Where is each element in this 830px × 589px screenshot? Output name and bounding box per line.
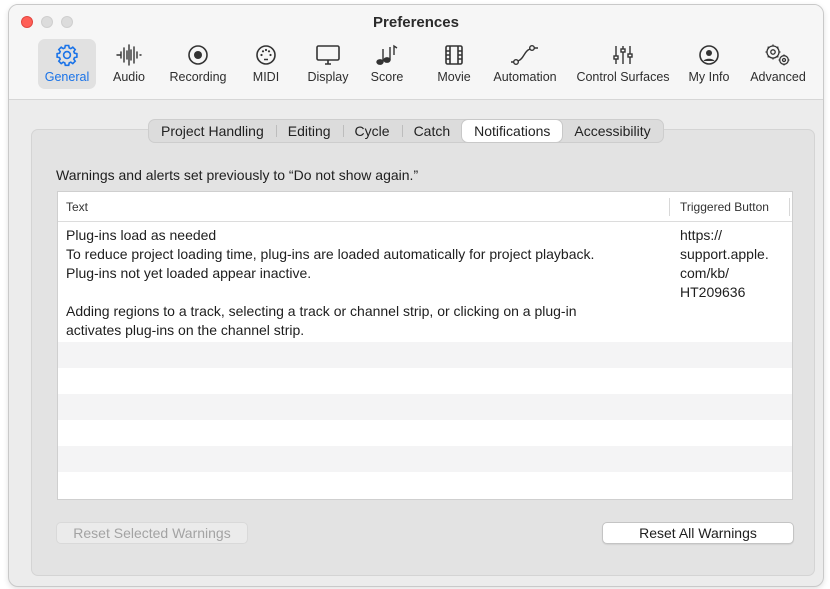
film-icon <box>434 39 474 67</box>
subtab-notifications[interactable]: Notifications <box>462 120 563 142</box>
subtab-project-handling[interactable]: Project Handling <box>149 120 276 142</box>
table-row[interactable]: Plug-ins load as needed To reduce projec… <box>58 222 792 338</box>
window-title: Preferences <box>373 14 459 31</box>
tab-label: Recording <box>169 70 227 84</box>
column-divider[interactable] <box>789 198 790 216</box>
tab-midi[interactable]: MIDI <box>244 39 288 89</box>
tab-audio[interactable]: Audio <box>107 39 151 89</box>
tab-label: General <box>44 70 90 84</box>
tab-general[interactable]: General <box>38 39 96 89</box>
column-header-text[interactable]: Text <box>66 200 88 214</box>
tab-label: Control Surfaces <box>576 70 670 84</box>
gears-icon <box>758 39 798 67</box>
triggered-button-line: HT209636 <box>680 284 746 300</box>
tab-label: Movie <box>437 70 471 84</box>
person-icon <box>689 39 729 67</box>
empty-row <box>58 342 792 368</box>
tab-label: MIDI <box>252 70 280 84</box>
monitor-icon <box>308 39 348 67</box>
tab-label: Advanced <box>750 70 806 84</box>
record-icon <box>178 39 218 67</box>
triggered-button-line: com/kb/ <box>680 265 730 281</box>
toolbar: Preferences General Audio Recording MIDI… <box>9 5 823 100</box>
tab-score[interactable]: Score <box>365 39 409 89</box>
tab-control-surfaces[interactable]: Control Surfaces <box>571 39 675 89</box>
empty-row <box>58 368 792 394</box>
empty-row <box>58 394 792 420</box>
reset-all-warnings-button[interactable]: Reset All Warnings <box>602 522 794 544</box>
midi-icon <box>246 39 286 67</box>
column-header-triggered-button[interactable]: Triggered Button <box>680 200 769 214</box>
music-notes-icon <box>367 39 407 67</box>
tab-label: Display <box>307 70 349 84</box>
notifications-heading: Warnings and alerts set previously to “D… <box>56 167 419 183</box>
warning-title: Plug-ins load as needed <box>66 227 217 243</box>
empty-row <box>58 420 792 446</box>
subtab-editing[interactable]: Editing <box>275 120 343 142</box>
gear-icon <box>47 39 87 67</box>
subtab-accessibility[interactable]: Accessibility <box>562 120 662 142</box>
empty-row <box>58 472 792 498</box>
subtab-catch[interactable]: Catch <box>401 120 463 142</box>
waveform-icon <box>109 39 149 67</box>
tab-label: Automation <box>493 70 557 84</box>
empty-row <box>58 446 792 472</box>
tab-movie[interactable]: Movie <box>432 39 476 89</box>
warnings-table[interactable]: Text Triggered Button Plug-ins load as n… <box>57 191 793 500</box>
subtab-bar: Project Handling Editing Cycle Catch Not… <box>148 119 664 143</box>
preferences-window: Preferences General Audio Recording MIDI… <box>8 4 824 587</box>
tab-label: My Info <box>688 70 730 84</box>
warning-text-line: activates plug-ins on the channel strip. <box>66 322 305 338</box>
tab-label: Audio <box>113 70 145 84</box>
warning-text-cell: Plug-ins load as needed To reduce projec… <box>66 226 666 340</box>
tab-automation[interactable]: Automation <box>485 39 565 89</box>
tab-label: Score <box>370 70 404 84</box>
triggered-button-line: https:// <box>680 227 723 243</box>
column-divider[interactable] <box>669 198 670 216</box>
tab-advanced[interactable]: Advanced <box>744 39 812 89</box>
subtab-cycle[interactable]: Cycle <box>342 120 402 142</box>
automation-curve-icon <box>505 39 545 67</box>
faders-icon <box>603 39 643 67</box>
warning-text-line: Adding regions to a track, selecting a t… <box>66 303 577 319</box>
table-header: Text Triggered Button <box>58 192 792 222</box>
triggered-button-cell: https:// support.apple. com/kb/ HT209636 <box>680 226 790 302</box>
tab-my-info[interactable]: My Info <box>683 39 735 89</box>
warning-text-line: Plug-ins not yet loaded appear inactive. <box>66 265 312 281</box>
tab-recording[interactable]: Recording <box>163 39 233 89</box>
warning-text-line: To reduce project loading time, plug-ins… <box>66 246 595 262</box>
reset-selected-warnings-button[interactable]: Reset Selected Warnings <box>56 522 248 544</box>
tab-display[interactable]: Display <box>300 39 356 89</box>
triggered-button-line: support.apple. <box>680 246 769 262</box>
